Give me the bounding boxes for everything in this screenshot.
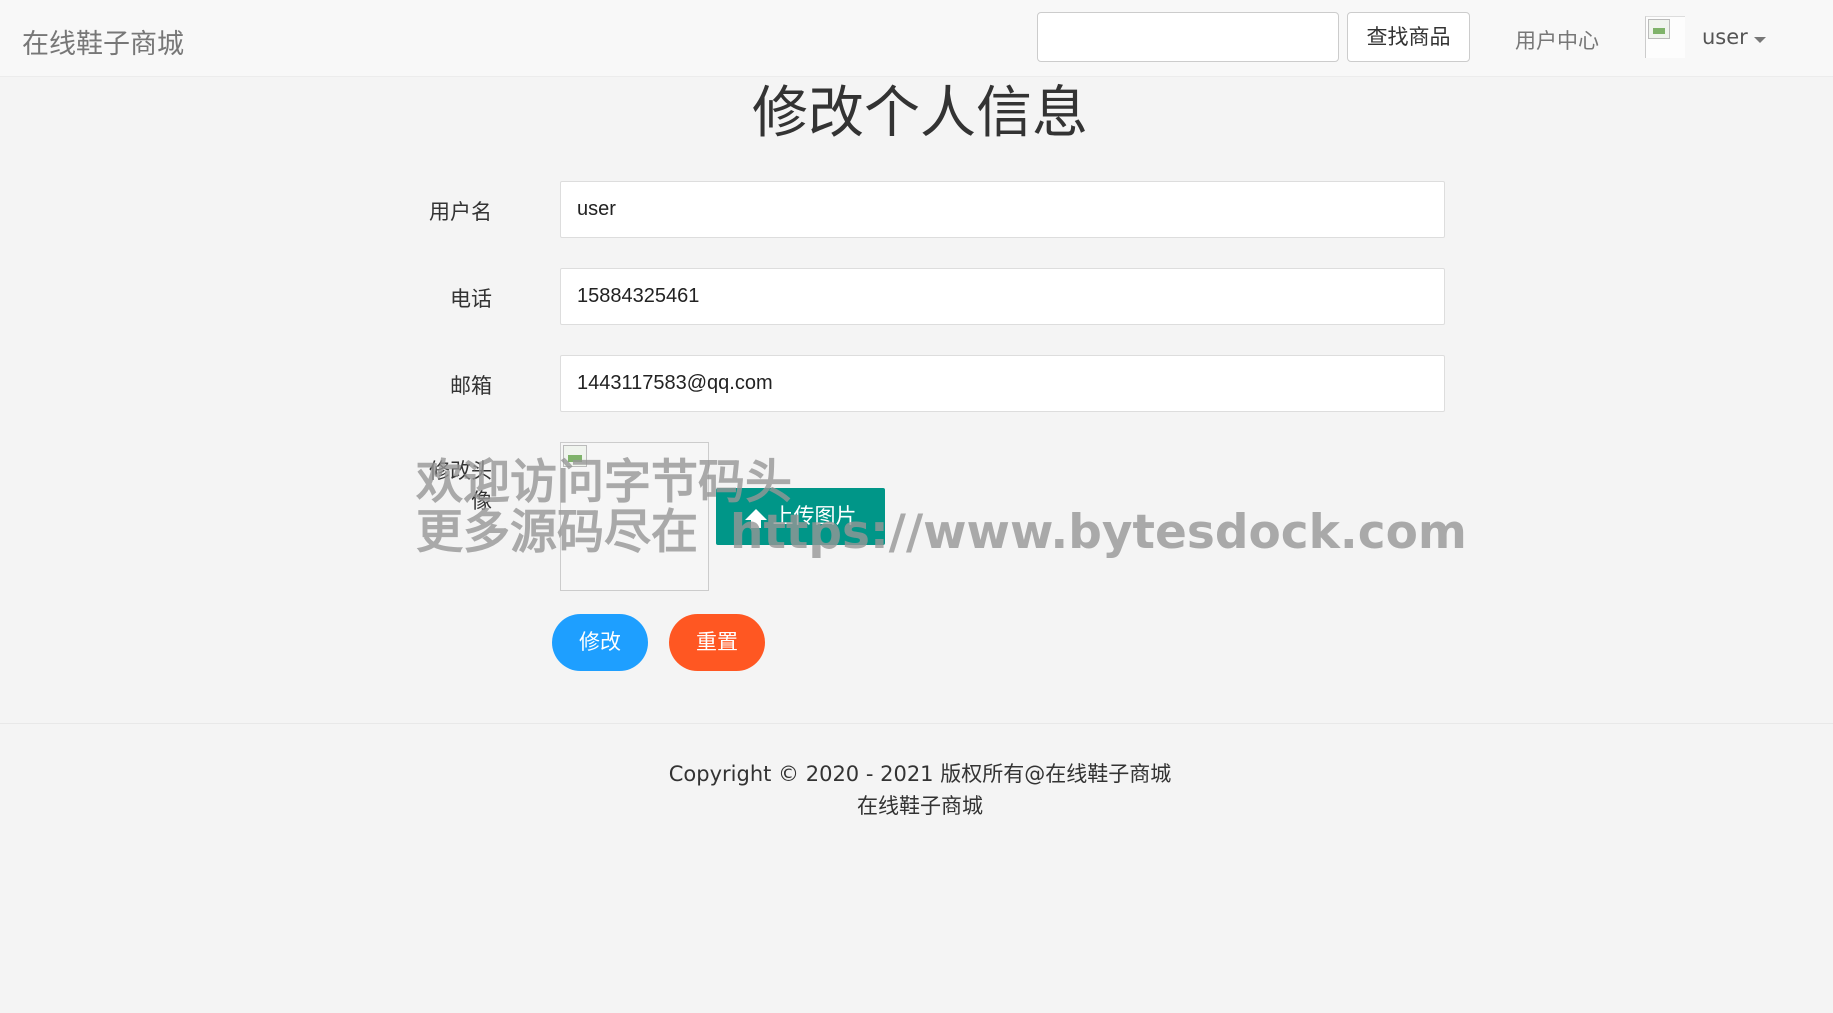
- submit-button[interactable]: 修改: [552, 614, 648, 671]
- chevron-down-icon[interactable]: [1754, 37, 1766, 43]
- footer-site-name: 在线鞋子商城: [857, 794, 983, 818]
- watermark-line-1: 欢迎访问字节码头: [416, 455, 792, 510]
- phone-label: 电话: [450, 287, 492, 311]
- search-input[interactable]: [1037, 12, 1339, 62]
- top-navbar: 在线鞋子商城 查找商品 用户中心 user: [0, 0, 1833, 77]
- broken-image-icon: [1648, 19, 1670, 39]
- username-field[interactable]: user: [560, 181, 1445, 238]
- avatar[interactable]: [1645, 16, 1685, 58]
- site-brand[interactable]: 在线鞋子商城: [22, 22, 184, 61]
- phone-field[interactable]: 15884325461: [560, 268, 1445, 325]
- watermark: 欢迎访问字节码头 更多源码尽在 https://www.bytesdock.com: [416, 458, 1467, 558]
- page: 在线鞋子商城 查找商品 用户中心 user 修改个人信息 用户名 user 电话…: [0, 0, 1833, 1013]
- page-title: 修改个人信息: [752, 81, 1088, 146]
- reset-button[interactable]: 重置: [669, 614, 765, 671]
- user-center-link[interactable]: 用户中心: [1515, 25, 1599, 55]
- username-label: 用户名: [429, 200, 492, 224]
- email-label: 邮箱: [450, 374, 492, 398]
- watermark-url: https://www.bytesdock.com: [730, 505, 1467, 560]
- copyright-text: Copyright © 2020 - 2021 版权所有@在线鞋子商城: [668, 762, 1172, 786]
- username-dropdown[interactable]: user: [1702, 25, 1748, 49]
- email-field[interactable]: 1443117583@qq.com: [560, 355, 1445, 412]
- watermark-line-2: 更多源码尽在: [416, 505, 698, 560]
- footer: Copyright © 2020 - 2021 版权所有@在线鞋子商城 在线鞋子…: [0, 723, 1833, 818]
- search-button[interactable]: 查找商品: [1347, 12, 1470, 62]
